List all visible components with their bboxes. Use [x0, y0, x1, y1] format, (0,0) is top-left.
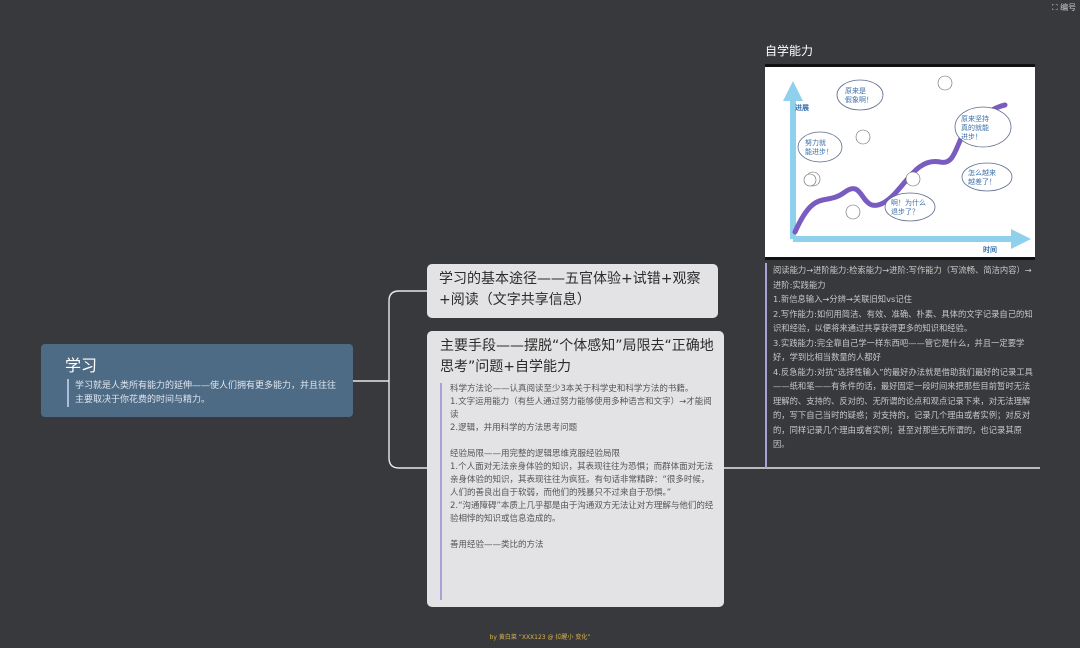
bubble-1-text: 努力就: [805, 138, 826, 147]
bubble-4-text2: 越差了！: [968, 177, 996, 186]
note-line: 1.文字运用能力（有些人通过努力能够使用多种语言和文字）→才能阅读: [450, 397, 712, 420]
root-title: 学习: [65, 356, 98, 375]
root-note: 学习就是人类所有能力的延伸——使人们拥有更多能力，并且往往主要取决于你花费的时间…: [67, 379, 342, 407]
note-line: 2.“沟通障碍”本质上几乎都是由于沟通双方无法让对方理解与他们的经验相悖的知识或…: [450, 501, 714, 524]
bunny-icon: [905, 171, 921, 187]
note-line: 善用经验——类比的方法: [450, 540, 544, 550]
branch-self-learning-note: 阅读能力→进阶能力:检索能力→进阶:写作能力（写流畅、简洁内容）→进阶:实践能力…: [765, 263, 1035, 468]
x-axis-head: [1011, 229, 1031, 249]
root-topic[interactable]: 学习 学习就是人类所有能力的延伸——使人们拥有更多能力，并且往往主要取决于你花费…: [41, 344, 353, 417]
bubble-3-text2: 真的就能: [961, 123, 989, 132]
note-line: 科学方法论——认真阅读至少3本关于科学史和科学方法的书籍。: [450, 384, 694, 394]
toolbar-expand[interactable]: ⛶ 编号: [1052, 2, 1076, 13]
note-spacer: [450, 435, 715, 448]
bunny-icon: [855, 129, 871, 145]
bunny-icon: [937, 75, 953, 91]
footer-watermark: by 黄白菜 “XXX123 @ 拉醒小 变化”: [489, 634, 591, 641]
connector-branch1: [388, 290, 427, 381]
note-line: 经验局限——用完整的逻辑思维克服经验局限: [450, 449, 621, 459]
bunny-icon: [803, 173, 817, 187]
branch-main-means[interactable]: 主要手段——摆脱“个体感知”局限去“正确地思考”问题+自学能力 科学方法论——认…: [427, 331, 724, 607]
bubble-1: [797, 131, 843, 163]
bubble-1-text2: 能进步！: [805, 147, 833, 156]
x-axis-label: 时间: [983, 245, 997, 254]
bubble-4: [961, 162, 1013, 192]
note-line: 1.新信息输入→分辨→关联旧知vs记住: [773, 294, 912, 304]
bubble-2-text2: 假象啊！: [845, 95, 873, 104]
y-axis-label: 进展: [795, 103, 810, 112]
note-line: 4.反急能力:对抗“选择性输入”的最好办法就是借助我们最好的记录工具——纸和笔—…: [773, 366, 1033, 450]
branch-main-means-note: 科学方法论——认真阅读至少3本关于科学史和科学方法的书籍。 1.文字运用能力（有…: [440, 383, 715, 600]
bubble-4-text: 怎么越来: [968, 168, 996, 177]
note-line: 1.个人面对无法亲身体验的知识，其表现往往为恐惧；而群体面对无法亲身体验的知识，…: [450, 462, 714, 498]
bubble-2-text: 原来是: [845, 87, 866, 95]
y-axis-head: [783, 81, 803, 101]
learning-curve-image: 进展 时间 努力就 能进步！ 原来是 假象啊！ 原来坚持 真的就能 进步！ 怎么…: [765, 64, 1035, 260]
bubble-3-text: 原来坚持: [961, 114, 989, 123]
connector-branch2: [388, 381, 427, 469]
note-line: 2.写作能力:如何用简洁、有效、准确、朴素、具体的文字记录自己的知识和经验，以便…: [773, 308, 1033, 334]
learning-curve-illustration: 进展 时间 努力就 能进步！ 原来是 假象啊！ 原来坚持 真的就能 进步！ 怎么…: [783, 75, 1031, 254]
note-line: 阅读能力→进阶能力:检索能力→进阶:写作能力（写流畅、简洁内容）→进阶:实践能力: [773, 265, 1032, 290]
toolbar-label: 编号: [1060, 3, 1077, 12]
bubble-3-text3: 进步！: [961, 133, 982, 141]
bubble-5-text: 啊！为什么: [891, 198, 926, 207]
bunny-icon: [845, 204, 861, 220]
note-line: 3.实践能力:完全靠自己学一样东西吧——管它是什么，并且一定要学好，学到比相当数…: [773, 337, 1025, 363]
bubble-5-text2: 退步了？: [891, 207, 919, 216]
branch-basic-paths-title: 学习的基本途径——五官体验+试错+观察+阅读（文字共享信息）: [439, 271, 701, 308]
note-line: 2.逻辑，并用科学的方法思考问题: [450, 423, 578, 433]
branch-basic-paths[interactable]: 学习的基本途径——五官体验+试错+观察+阅读（文字共享信息）: [427, 264, 718, 318]
expand-icon: ⛶: [1052, 3, 1058, 12]
note-spacer: [450, 526, 715, 539]
bubble-5: [884, 192, 936, 222]
bubble-2: [836, 79, 884, 111]
branch-main-means-title: 主要手段——摆脱“个体感知”局限去“正确地思考”问题+自学能力: [440, 338, 714, 375]
branch-self-learning-title[interactable]: 自学能力: [765, 42, 813, 59]
